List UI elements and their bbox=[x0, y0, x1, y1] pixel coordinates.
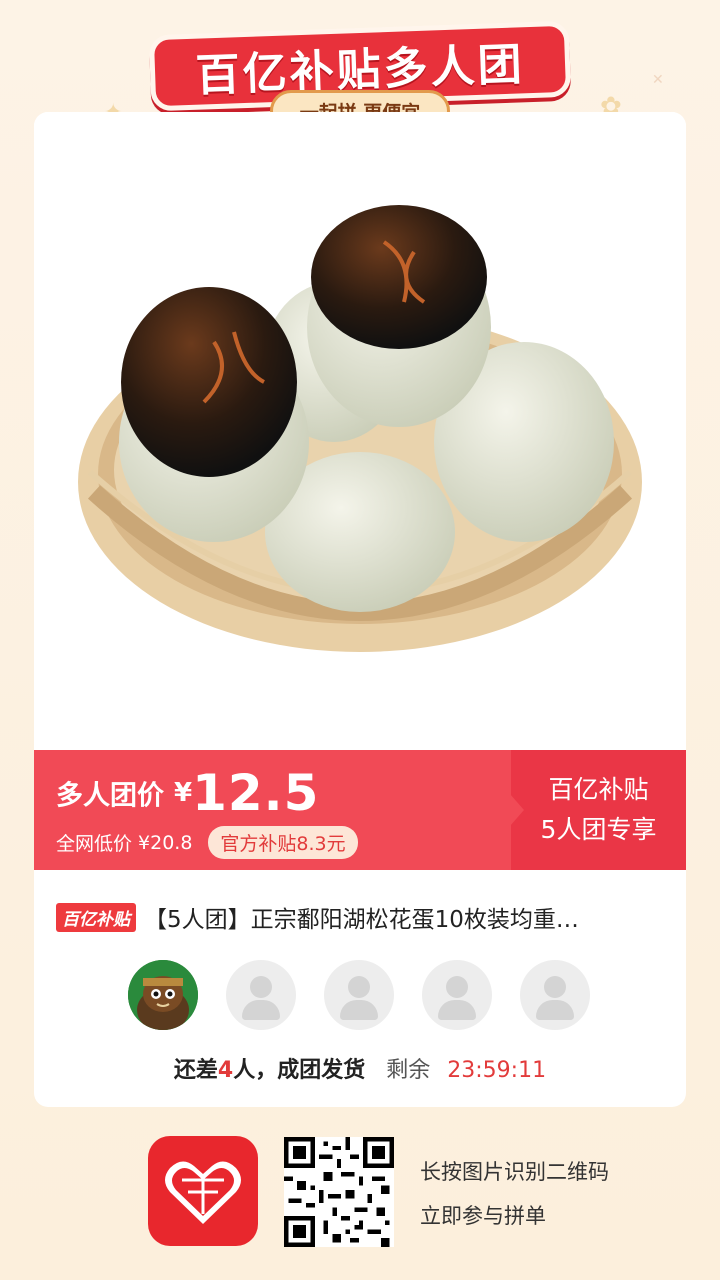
empty-slot-avatar bbox=[520, 960, 590, 1030]
empty-slot-avatar bbox=[226, 960, 296, 1030]
pinduoduo-logo bbox=[148, 1136, 258, 1246]
cross-icon: ✕ bbox=[652, 72, 664, 88]
product-image[interactable] bbox=[34, 112, 686, 750]
group-price: 12.5 bbox=[192, 764, 320, 822]
group-price-label: 多人团价 bbox=[56, 780, 164, 812]
qr-code[interactable] bbox=[284, 1137, 394, 1247]
product-title-row[interactable]: 百亿补贴 【5人团】正宗鄱阳湖松花蛋10枚装均重… bbox=[56, 900, 666, 934]
promo-panel: 百亿补贴 5人团专享 bbox=[510, 750, 686, 870]
avatar bbox=[128, 960, 198, 1030]
status-text: 还差4人，成团发货 bbox=[174, 1058, 365, 1083]
promo-line-2: 5人团专享 bbox=[540, 815, 657, 844]
product-card[interactable]: 多人团价 ¥12.5 全网低价 ¥20.8 官方补贴8.3元 百亿补贴 5人团专享… bbox=[34, 112, 686, 1107]
remaining-label: 剩余 bbox=[386, 1058, 431, 1083]
currency-symbol: ¥ bbox=[174, 778, 193, 808]
footer-line-2: 立即参与拼单 bbox=[420, 1204, 546, 1228]
preserved-eggs-illustration bbox=[78, 205, 642, 652]
footer-line-1: 长按图片识别二维码 bbox=[420, 1160, 609, 1184]
group-members bbox=[128, 960, 590, 1030]
original-price: ¥20.8 bbox=[138, 831, 193, 854]
app-logo-icon bbox=[165, 1161, 241, 1224]
qr-code-icon bbox=[284, 1137, 394, 1247]
promo-line-1: 百亿补贴 bbox=[548, 775, 649, 804]
subsidy-badge: 官方补贴8.3元 bbox=[208, 826, 358, 859]
missing-count: 4 bbox=[217, 1058, 234, 1083]
original-price-label: 全网低价 bbox=[56, 833, 133, 855]
status-prefix: 还差 bbox=[173, 1058, 218, 1083]
subsidy-tag: 百亿补贴 bbox=[56, 902, 136, 932]
member-avatar-illustration bbox=[128, 960, 198, 1030]
countdown-timer: 23:59:11 bbox=[447, 1058, 547, 1083]
product-title[interactable]: 【5人团】正宗鄱阳湖松花蛋10枚装均重… bbox=[144, 900, 579, 934]
footer-instructions: 长按图片识别二维码 立即参与拼单 bbox=[420, 1150, 609, 1238]
empty-slot-avatar bbox=[324, 960, 394, 1030]
group-status: 还差4人，成团发货 剩余 23:59:11 bbox=[34, 1052, 686, 1084]
price-bar: 多人团价 ¥12.5 全网低价 ¥20.8 官方补贴8.3元 百亿补贴 5人团专享 bbox=[34, 750, 686, 870]
empty-slot-avatar bbox=[422, 960, 492, 1030]
status-suffix: 人，成团发货 bbox=[233, 1058, 366, 1083]
